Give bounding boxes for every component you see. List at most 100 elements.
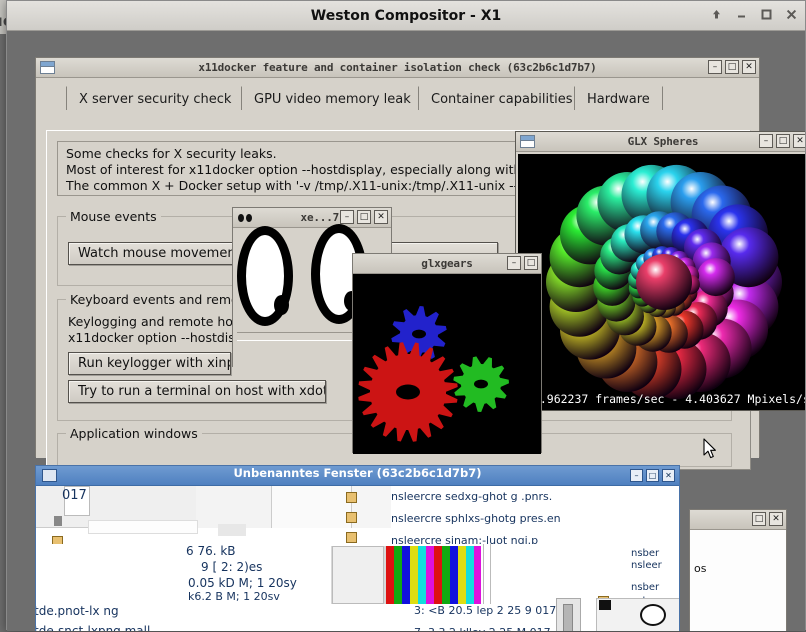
x11docker-close-button[interactable]: ✕: [742, 60, 756, 74]
garbled-block: [271, 486, 351, 528]
file-icon: [346, 512, 357, 523]
glxgears-render-canvas: [353, 274, 541, 454]
garbled-block: [496, 544, 591, 604]
glxspheres-minimize-button[interactable]: –: [759, 134, 773, 148]
glxspheres-window: GLX Spheres – □ ✕ 59.962237 frames/sec -…: [515, 131, 805, 411]
glxgears-minimize-button[interactable]: –: [507, 256, 521, 270]
close-glyph: ✕: [377, 211, 385, 222]
x11docker-titlebar[interactable]: x11docker feature and container isolatio…: [36, 58, 759, 78]
background-hidden-window: □ ✕ os: [689, 509, 787, 631]
close-glyph: ✕: [745, 61, 753, 72]
glxspheres-titlebar[interactable]: GLX Spheres – □ ✕: [516, 132, 805, 152]
garbled-color-thumbs: [386, 546, 481, 604]
unbenanntes-close-button[interactable]: ✕: [662, 469, 675, 482]
xeyes-minimize-button[interactable]: –: [340, 210, 354, 224]
unbenanntes-titlebar[interactable]: Unbenanntes Fenster (63c2b6c1d7b7) – □ ✕: [36, 466, 679, 486]
garbled-text: 9 [ 2: 2)es: [201, 560, 263, 574]
garbled-text: nsleercre sedxg-ghot g .pnrs.: [391, 490, 553, 503]
spheres-graphic: [518, 154, 805, 410]
background-hidden-close-button[interactable]: ✕: [769, 512, 783, 526]
xeyes-titlebar[interactable]: xe...7) – □ ✕: [233, 208, 391, 228]
garbled-text: nsleer: [631, 560, 662, 571]
minimize-glyph: –: [634, 471, 639, 480]
garbled-text: tde-snct-lxpng mall.: [36, 624, 155, 631]
garbled-text: 3: <B 20.5 lep 2 25 9 017: [414, 604, 557, 617]
unbenanntes-maximize-button[interactable]: □: [646, 469, 659, 482]
weston-maximize-button[interactable]: [758, 6, 774, 22]
x11docker-minimize-button[interactable]: –: [708, 60, 722, 74]
glxspheres-window-controls: – □ ✕: [759, 134, 805, 148]
garbled-block: [332, 546, 384, 604]
tab-container-capabilities[interactable]: Container capabilities: [418, 86, 586, 110]
garbled-text: nsber: [631, 548, 660, 559]
close-glyph: ✕: [772, 513, 780, 524]
close-glyph: ✕: [796, 135, 804, 146]
minimize-glyph: –: [511, 257, 517, 268]
glxgears-titlebar[interactable]: glxgears – □: [353, 254, 541, 274]
background-hidden-maximize-button[interactable]: □: [752, 512, 766, 526]
xeyes-left-pupil: [274, 295, 289, 315]
glxspheres-render-canvas: 59.962237 frames/sec - 4.403627 Mpixels/…: [518, 154, 805, 410]
garbled-text: 017: [62, 488, 87, 503]
glxspheres-maximize-button[interactable]: □: [776, 134, 790, 148]
file-icon: [346, 492, 357, 503]
weston-title-text: Weston Compositor - X1: [310, 7, 502, 24]
weston-fullscreen-button[interactable]: [708, 6, 724, 22]
tab-gpu-video-memory-leak[interactable]: GPU video memory leak: [241, 86, 424, 110]
garbled-text: nsber: [631, 582, 660, 593]
garbled-block: [599, 600, 611, 610]
screen: W ues Marketplace Explore Weston Composi…: [0, 0, 806, 632]
unbenanntes-minimize-button[interactable]: –: [630, 469, 643, 482]
xeyes-maximize-button[interactable]: □: [357, 210, 371, 224]
garbled-block: [196, 486, 271, 528]
tab-x-server-security-check[interactable]: X server security check: [66, 86, 245, 110]
xeyes-close-button[interactable]: ✕: [374, 210, 388, 224]
garbled-text: tde.pnot-lx ng: [36, 604, 119, 618]
minimize-glyph: –: [344, 211, 350, 222]
run-keylogger-button[interactable]: Run keylogger with xinput: [68, 352, 231, 375]
garbled-text: nsleercre sphlxs-ghotg pres.en: [391, 512, 561, 525]
background-hidden-controls: □ ✕: [752, 512, 783, 526]
gears-graphic: [353, 274, 541, 454]
maximize-glyph: □: [526, 257, 536, 268]
weston-desktop-area: x11docker feature and container isolatio…: [7, 31, 805, 631]
x11docker-title-text: x11docker feature and container isolatio…: [198, 61, 597, 74]
x11docker-maximize-button[interactable]: □: [725, 60, 739, 74]
glxgears-maximize-button[interactable]: □: [524, 256, 538, 270]
maximize-glyph: □: [359, 211, 369, 222]
glxgears-window-controls: – □: [507, 256, 538, 270]
tab-bar: X server security check GPU video memory…: [66, 86, 749, 110]
x11docker-window-controls: – □ ✕: [708, 60, 756, 74]
garbled-block: [88, 520, 198, 534]
close-glyph: ✕: [665, 471, 672, 480]
glxgears-window: glxgears – □: [352, 253, 542, 454]
garbled-block: [351, 486, 391, 528]
garbled-text: k6.2 B M; 1 20sv: [188, 590, 280, 603]
weston-window-controls: [708, 6, 799, 22]
xeyes-left-eye: [237, 226, 293, 326]
group-mouse-events-label: Mouse events: [66, 209, 161, 224]
weston-minimize-button[interactable]: [733, 6, 749, 22]
minimize-glyph: –: [712, 61, 718, 72]
garbled-text: 7. 3 3.2 kllov 2 25 M 017: [414, 626, 551, 631]
unbenanntes-title-text: Unbenanntes Fenster (63c2b6c1d7b7): [233, 466, 482, 480]
run-terminal-xdotool-button[interactable]: Try to run a terminal on host with xdoto…: [68, 380, 326, 403]
maximize-glyph: □: [778, 135, 788, 146]
xeyes-window-controls: – □ ✕: [340, 210, 388, 224]
weston-titlebar[interactable]: Weston Compositor - X1: [7, 1, 805, 31]
garbled-scrollbar-thumb[interactable]: [563, 604, 573, 631]
garbled-text: 0.05 kD M; 1 20sy: [188, 576, 297, 590]
unbenanntes-window-controls: – □ ✕: [630, 469, 675, 482]
garbled-ellipse-annotation: [640, 604, 666, 626]
tab-hardware[interactable]: Hardware: [574, 86, 663, 110]
garbled-block: [218, 524, 246, 536]
unbenanntes-fenster-window: Unbenanntes Fenster (63c2b6c1d7b7) – □ ✕: [35, 465, 680, 631]
background-hidden-text: os: [694, 562, 707, 575]
group-application-windows-label: Application windows: [66, 426, 202, 441]
glxspheres-fps-label: 59.962237 frames/sec - 4.403627 Mpixels/…: [526, 392, 805, 406]
maximize-glyph: □: [727, 61, 737, 72]
weston-close-button[interactable]: [783, 6, 799, 22]
glxspheres-close-button[interactable]: ✕: [793, 134, 805, 148]
background-hidden-titlebar[interactable]: □ ✕: [690, 510, 786, 530]
maximize-glyph: □: [754, 513, 764, 524]
